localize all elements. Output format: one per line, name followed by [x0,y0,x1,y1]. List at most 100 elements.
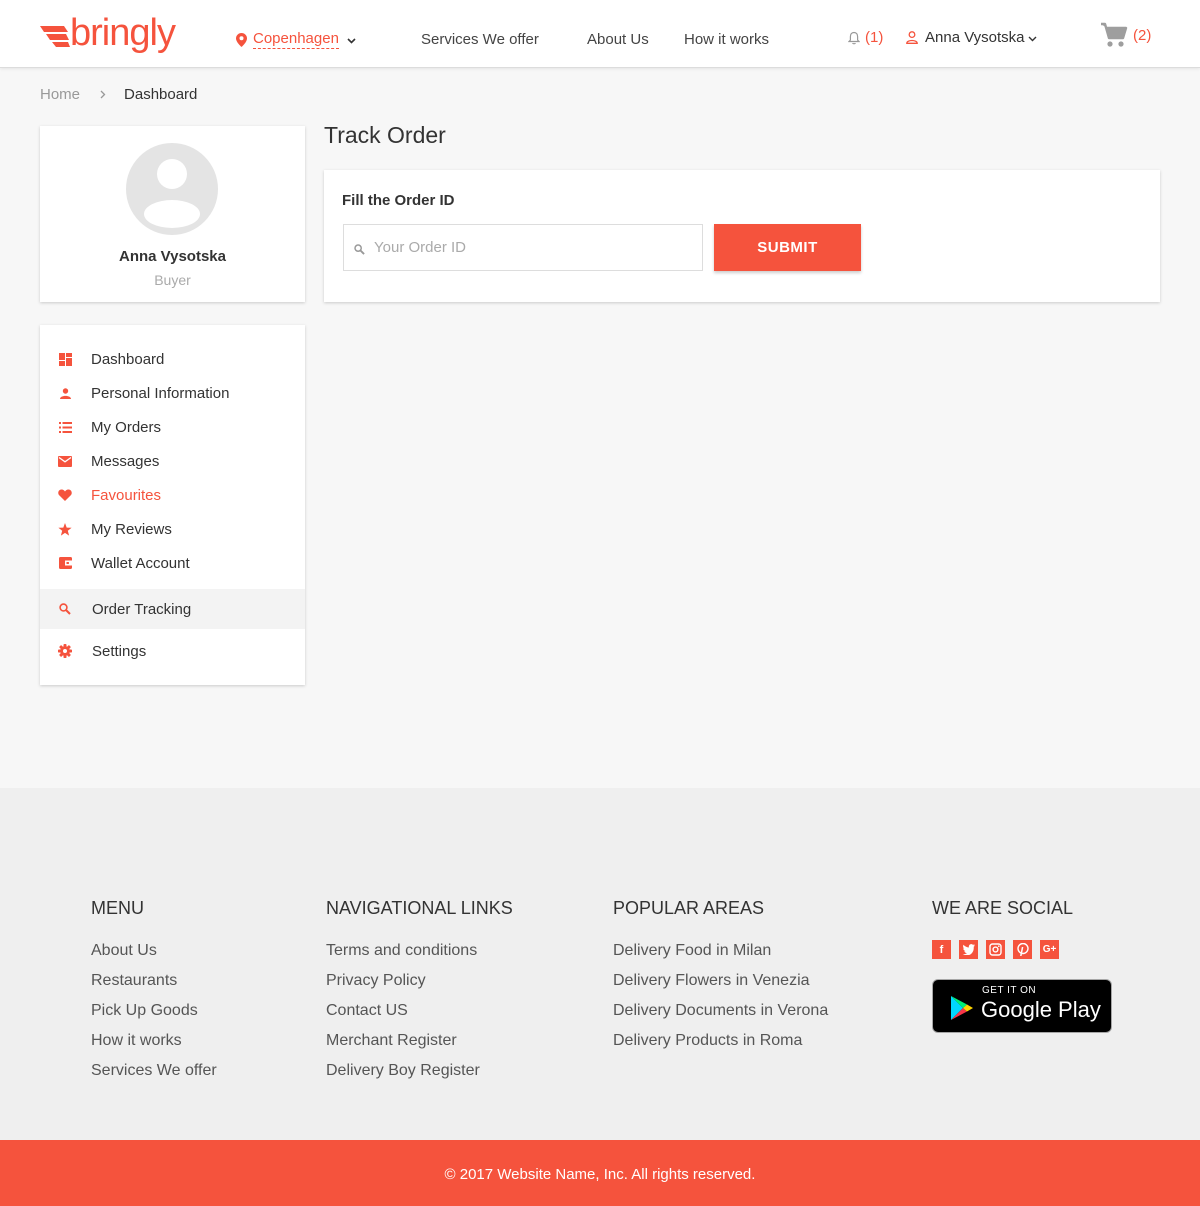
breadcrumb: Home Dashboard [40,86,197,103]
bell-icon [848,31,860,44]
footer-social-column: WE ARE SOCIAL f G+ [932,898,1073,959]
search-icon [58,602,72,616]
cart-button[interactable]: (2) [1100,22,1151,48]
google-play-badge[interactable]: GET IT ON Google Play [932,979,1112,1033]
footer: MENU About Us Restaurants Pick Up Goods … [0,788,1200,1140]
sidebar-item-personal-information[interactable]: Personal Information [40,376,305,410]
footer-heading: NAVIGATIONAL LINKS [326,898,513,918]
map-pin-icon [236,32,247,47]
logo-wing-icon [40,26,70,47]
user-menu[interactable]: Anna Vysotska [906,29,1037,46]
google-play-small-text: GET IT ON [982,985,1037,996]
facebook-icon[interactable]: f [932,940,951,959]
star-icon [58,522,72,536]
breadcrumb-home[interactable]: Home [40,86,80,103]
instagram-icon[interactable] [986,940,1005,959]
sidebar-item-label: Messages [91,452,160,470]
profile-role: Buyer [154,272,191,288]
google-play-logo-icon [951,996,973,1020]
order-id-label: Fill the Order ID [342,192,455,209]
top-header: bringly Copenhagen Services We offer Abo… [0,0,1200,68]
cart-icon [1101,22,1128,47]
sidebar-item-favourites[interactable]: Favourites [40,478,305,512]
sidebar-item-label: Settings [92,642,147,660]
footer-heading: POPULAR AREAS [613,898,765,918]
sidebar-item-label: Wallet Account [91,554,190,572]
page-title: Track Order [324,122,446,148]
footer-link-about-us[interactable]: About Us [91,941,217,971]
sidebar-item-label: Order Tracking [92,600,192,618]
footer-link-delivery-boy-register[interactable]: Delivery Boy Register [326,1061,513,1091]
sidebar-item-label: Favourites [91,486,162,504]
footer-link-verona[interactable]: Delivery Documents in Verona [613,1001,828,1031]
sidebar-item-label: Dashboard [91,350,165,368]
footer-link-merchant-register[interactable]: Merchant Register [326,1031,513,1061]
footer-menu-column: MENU About Us Restaurants Pick Up Goods … [91,898,217,1091]
footer-nav-links-column: NAVIGATIONAL LINKS Terms and conditions … [326,898,513,1091]
chevron-down-icon [347,31,356,49]
nav-how-it-works[interactable]: How it works [684,31,769,48]
notification-count: (1) [865,29,884,46]
sidebar-item-label: My Reviews [91,520,172,538]
copyright-text: © 2017 Website Name, Inc. All rights res… [444,1166,756,1183]
footer-link-roma[interactable]: Delivery Products in Roma [613,1031,828,1061]
user-name: Anna Vysotska [925,29,1025,46]
nav-services[interactable]: Services We offer [421,31,539,48]
profile-card: Anna Vysotska Buyer [40,126,305,302]
sidebar-item-my-orders[interactable]: My Orders [40,410,305,444]
footer-heading: MENU [91,898,144,918]
wallet-icon [58,556,72,570]
track-order-card: Fill the Order ID SUBMIT [324,170,1160,302]
chevron-right-icon [100,87,106,102]
footer-link-milan[interactable]: Delivery Food in Milan [613,941,828,971]
sidebar-item-messages[interactable]: Messages [40,444,305,478]
sidebar-item-label: Personal Information [91,384,230,402]
bringly-logo[interactable]: bringly [40,12,176,56]
location-name: Copenhagen [253,30,339,49]
footer-link-pick-up-goods[interactable]: Pick Up Goods [91,1001,217,1031]
sidebar-item-dashboard[interactable]: Dashboard [40,342,305,376]
footer-link-terms[interactable]: Terms and conditions [326,941,513,971]
breadcrumb-current: Dashboard [124,86,198,103]
footer-heading: WE ARE SOCIAL [932,898,1074,918]
order-id-input[interactable] [372,225,700,270]
google-play-big-text: Google Play [981,997,1101,1022]
cart-count: (2) [1133,26,1152,44]
sidebar-item-order-tracking[interactable]: Order Tracking [40,589,305,629]
nav-about-us[interactable]: About Us [587,31,649,48]
footer-link-restaurants[interactable]: Restaurants [91,971,217,1001]
profile-name: Anna Vysotska [119,248,226,265]
avatar-placeholder-icon [144,159,200,228]
footer-link-privacy[interactable]: Privacy Policy [326,971,513,1001]
twitter-icon[interactable] [959,940,978,959]
footer-popular-areas-column: POPULAR AREAS Delivery Food in Milan Del… [613,898,828,1061]
google-plus-icon[interactable]: G+ [1040,940,1059,959]
footer-link-how-it-works[interactable]: How it works [91,1031,217,1061]
user-icon [906,31,918,44]
sidebar-item-my-reviews[interactable]: My Reviews [40,512,305,546]
list-icon [58,420,72,434]
social-icons: f G+ [932,940,1073,959]
chevron-down-icon [1028,29,1037,46]
sidebar-menu: Dashboard Personal Information My Orders… [40,325,305,685]
sidebar-item-label: My Orders [91,418,162,436]
mail-icon [58,454,72,468]
dashboard-icon [58,352,72,366]
gear-icon [58,644,72,658]
heart-icon [58,488,72,502]
person-icon [58,386,72,400]
logo-text: bringly [70,12,176,54]
submit-button[interactable]: SUBMIT [714,224,861,271]
sidebar-item-wallet-account[interactable]: Wallet Account [40,546,305,580]
notifications-button[interactable]: (1) [848,29,883,46]
order-id-field[interactable] [343,224,703,271]
footer-link-contact[interactable]: Contact US [326,1001,513,1031]
search-icon [354,242,365,260]
avatar [126,143,218,235]
footer-link-venezia[interactable]: Delivery Flowers in Venezia [613,971,828,1001]
location-selector[interactable]: Copenhagen [236,30,356,49]
copyright-bar: © 2017 Website Name, Inc. All rights res… [0,1140,1200,1206]
sidebar-item-settings[interactable]: Settings [40,634,305,668]
pinterest-icon[interactable] [1013,940,1032,959]
footer-link-services[interactable]: Services We offer [91,1061,217,1091]
